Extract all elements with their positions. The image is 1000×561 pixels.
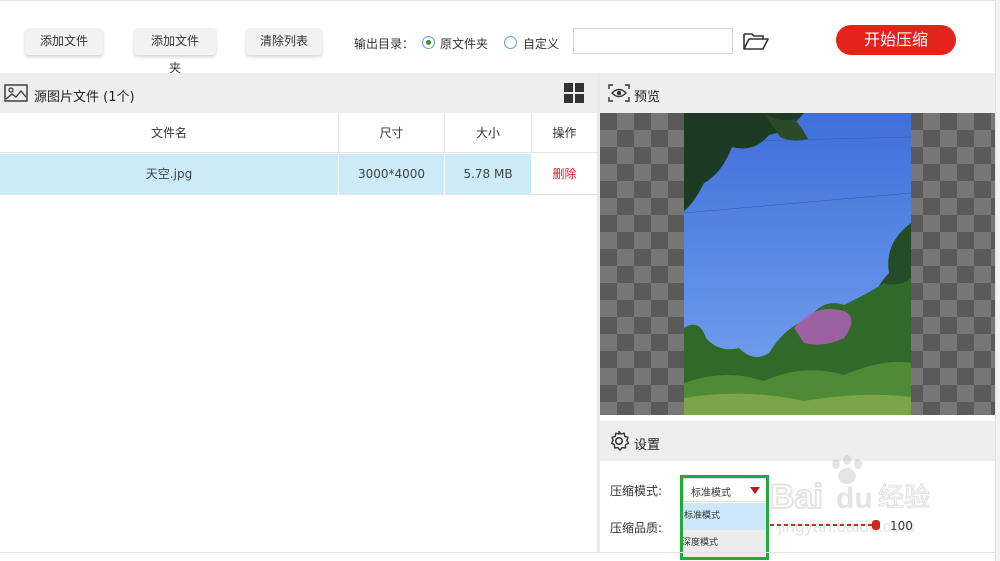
quality-slider-handle[interactable]: [872, 520, 880, 530]
output-directory-label: 输出目录：: [354, 37, 415, 51]
compress-mode-value: 标准模式: [691, 488, 731, 499]
compress-mode-label: 压缩模式:: [610, 484, 663, 498]
compress-quality-label: 压缩品质:: [610, 521, 663, 535]
quality-slider-track[interactable]: [770, 524, 874, 526]
window-edge: [995, 0, 1000, 561]
source-files-header: 源图片文件 (1个): [0, 73, 597, 113]
baidu-watermark: Bai du 经验 jingyan.baidu.com: [769, 455, 931, 536]
preview-canvas: [600, 113, 996, 415]
watermark-du: du: [836, 482, 873, 515]
grid-view-icon[interactable]: [564, 83, 585, 104]
mode-option-standard[interactable]: 标准模式: [683, 503, 767, 530]
file-table-header: 文件名 尺寸 大小 操作: [0, 113, 597, 153]
open-folder-icon[interactable]: [743, 31, 769, 51]
quality-value: 100: [890, 519, 913, 533]
preview-photo: [684, 113, 911, 415]
source-files-title: 源图片文件 (1个): [34, 90, 135, 105]
radio-original-folder[interactable]: [422, 36, 435, 49]
settings-title: 设置: [634, 438, 661, 453]
row-divider: [0, 194, 597, 195]
compressor-window: 添加文件 添加文件夹 清除列表 输出目录： 原文件夹 自定义 开始压缩 源图片文…: [0, 0, 996, 561]
row-size: 5.78 MB: [444, 154, 531, 194]
toolbar: 添加文件 添加文件夹 清除列表 输出目录： 原文件夹 自定义 开始压缩: [0, 0, 996, 75]
radio-custom-folder-label[interactable]: 自定义: [523, 35, 559, 52]
column-dimensions[interactable]: 尺寸: [338, 113, 444, 153]
row-filename: 天空.jpg: [145, 167, 193, 181]
start-compress-button[interactable]: 开始压缩: [836, 25, 956, 55]
chevron-down-icon[interactable]: [750, 487, 760, 494]
bottom-divider: [0, 552, 996, 553]
watermark-jingyan: 经验: [878, 483, 930, 513]
delete-link[interactable]: 删除: [531, 154, 597, 194]
row-dimensions: 3000*4000: [338, 154, 444, 194]
output-path-input[interactable]: [573, 28, 733, 54]
preview-header: 预览: [600, 73, 996, 113]
radio-original-folder-label[interactable]: 原文件夹: [440, 35, 488, 52]
preview-eye-icon: [608, 84, 630, 102]
clear-list-button[interactable]: 清除列表: [246, 28, 322, 55]
image-icon: [4, 84, 28, 102]
compress-mode-dropdown: 标准模式 深度模式: [683, 503, 767, 557]
add-file-button[interactable]: 添加文件: [25, 28, 103, 55]
column-size[interactable]: 大小: [444, 113, 531, 153]
gear-icon: [610, 430, 630, 451]
column-action: 操作: [531, 113, 597, 153]
preview-title: 预览: [634, 90, 661, 105]
radio-custom-folder[interactable]: [504, 36, 517, 49]
watermark-bai: Bai: [770, 478, 823, 516]
column-filename[interactable]: 文件名: [0, 113, 338, 153]
compress-mode-select[interactable]: 标准模式: [683, 478, 767, 502]
table-row[interactable]: 天空.jpg 3000*4000 5.78 MB 删除: [0, 154, 597, 194]
settings-header: 设置: [600, 421, 996, 461]
add-folder-button[interactable]: 添加文件夹: [134, 28, 216, 75]
